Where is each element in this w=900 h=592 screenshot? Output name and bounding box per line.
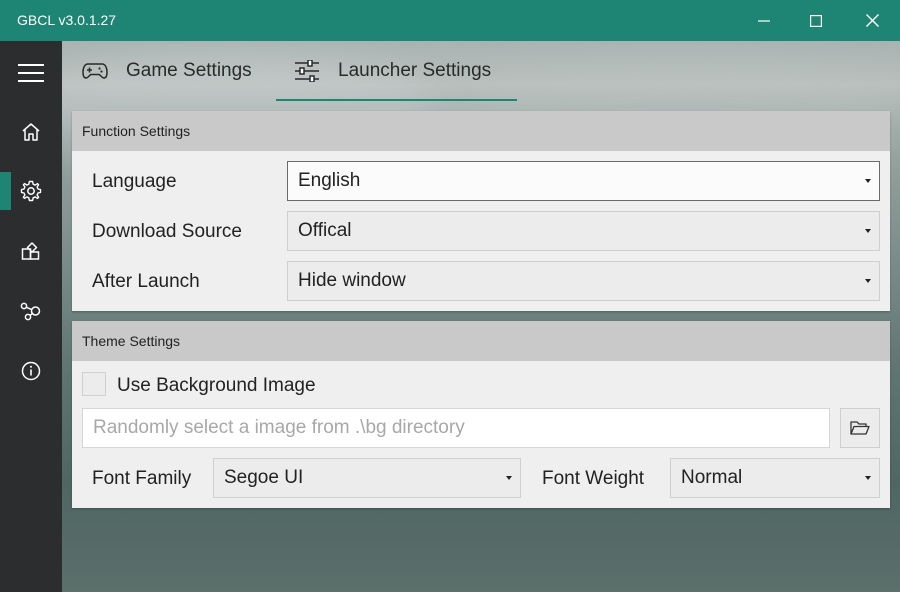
minimize-button[interactable] bbox=[736, 0, 792, 41]
window-title: GBCL v3.0.1.27 bbox=[17, 12, 117, 28]
use-background-label[interactable]: Use Background Image bbox=[117, 375, 316, 397]
gamepad-icon bbox=[82, 63, 108, 79]
font-weight-label: Font Weight bbox=[542, 468, 645, 489]
theme-settings-header: Theme Settings bbox=[72, 321, 890, 361]
font-weight-value: Normal bbox=[681, 467, 743, 488]
share-icon bbox=[20, 302, 41, 321]
sidebar-item-home[interactable] bbox=[0, 107, 62, 157]
chevron-down-icon bbox=[865, 179, 871, 183]
after-launch-select[interactable]: Hide window bbox=[287, 261, 880, 301]
home-icon bbox=[22, 123, 40, 141]
sidebar bbox=[0, 41, 62, 592]
function-settings-header: Function Settings bbox=[72, 111, 890, 151]
language-label: Language bbox=[92, 171, 177, 192]
tab-game-settings-label: Game Settings bbox=[126, 60, 252, 81]
tab-game-settings[interactable]: Game Settings bbox=[82, 41, 252, 101]
close-icon bbox=[865, 14, 879, 27]
sidebar-item-extensions[interactable] bbox=[0, 226, 62, 276]
browse-folder-button[interactable] bbox=[840, 408, 880, 448]
background-path-input[interactable] bbox=[82, 408, 830, 448]
tab-bar: Game Settings Launcher Settings bbox=[62, 41, 900, 101]
chevron-down-icon bbox=[865, 229, 871, 233]
maximize-button[interactable] bbox=[788, 0, 844, 41]
language-value: English bbox=[298, 170, 361, 191]
download-source-value: Offical bbox=[298, 220, 352, 241]
sidebar-item-about[interactable] bbox=[0, 346, 62, 396]
puzzle-icon bbox=[21, 242, 40, 260]
menu-icon bbox=[18, 64, 44, 82]
maximize-icon bbox=[810, 14, 822, 27]
chevron-down-icon bbox=[506, 476, 512, 480]
font-weight-select[interactable]: Normal bbox=[670, 458, 880, 498]
language-select[interactable]: English bbox=[287, 161, 880, 201]
info-icon bbox=[21, 361, 41, 381]
download-source-label: Download Source bbox=[92, 221, 242, 242]
active-tab-indicator bbox=[276, 99, 517, 101]
use-background-checkbox[interactable] bbox=[82, 372, 106, 396]
sidebar-menu-toggle[interactable] bbox=[0, 48, 62, 98]
sidebar-item-connections[interactable] bbox=[0, 286, 62, 336]
sidebar-item-settings[interactable] bbox=[0, 166, 62, 216]
title-bar: GBCL v3.0.1.27 bbox=[0, 0, 900, 41]
theme-settings-card: Theme Settings Use Background Image Font… bbox=[72, 321, 890, 508]
after-launch-label: After Launch bbox=[92, 271, 200, 292]
chevron-down-icon bbox=[865, 279, 871, 283]
download-source-select[interactable]: Offical bbox=[287, 211, 880, 251]
close-button[interactable] bbox=[844, 0, 900, 41]
font-family-label: Font Family bbox=[92, 468, 192, 489]
font-family-select[interactable]: Segoe UI bbox=[213, 458, 521, 498]
chevron-down-icon bbox=[865, 476, 871, 480]
after-launch-value: Hide window bbox=[298, 270, 406, 291]
font-family-value: Segoe UI bbox=[224, 467, 304, 488]
function-settings-card: Function Settings Language English Downl… bbox=[72, 111, 890, 311]
gear-icon bbox=[20, 180, 42, 202]
folder-open-icon bbox=[850, 421, 870, 435]
tab-launcher-settings-label: Launcher Settings bbox=[338, 60, 492, 81]
tab-launcher-settings[interactable]: Launcher Settings bbox=[276, 41, 517, 101]
sliders-icon bbox=[295, 60, 319, 82]
minimize-icon bbox=[758, 19, 770, 22]
